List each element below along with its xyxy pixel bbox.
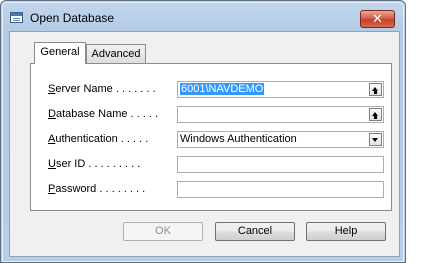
server-name-value: 6001\NAVDEMO (180, 83, 265, 95)
help-button[interactable]: Help (306, 222, 386, 241)
authentication-select[interactable]: Windows Authentication (177, 131, 384, 148)
window-title: Open Database (30, 11, 115, 25)
ok-button[interactable]: OK (123, 222, 203, 241)
server-name-label: Server Name . . . . . . . (48, 83, 156, 95)
lookup-arrow-icon[interactable] (369, 108, 382, 121)
close-button[interactable]: ✕ (360, 10, 395, 28)
desktop-background (406, 0, 422, 263)
authentication-label: Authentication . . . . . (48, 133, 149, 145)
cancel-button[interactable]: Cancel (215, 222, 295, 241)
title-bar[interactable]: Open Database ✕ (1, 1, 405, 31)
user-id-label: User ID . . . . . . . . . (48, 158, 141, 170)
lookup-arrow-icon[interactable] (369, 83, 382, 96)
database-name-field[interactable] (177, 106, 384, 123)
database-icon (10, 12, 23, 23)
server-name-field[interactable]: 6001\NAVDEMO (177, 81, 384, 98)
password-field[interactable] (177, 181, 384, 198)
tab-general[interactable]: General (34, 42, 86, 64)
database-name-label: Database Name . . . . . (48, 108, 159, 120)
general-tab-panel: Server Name . . . . . . . 6001\NAVDEMO D… (30, 63, 392, 211)
dialog-client-area: General Advanced Server Name . . . . . .… (9, 31, 400, 257)
tab-advanced[interactable]: Advanced (86, 44, 146, 64)
user-id-field[interactable] (177, 156, 384, 173)
authentication-value: Windows Authentication (180, 133, 297, 145)
open-database-dialog: Open Database ✕ General Advanced Server … (0, 0, 406, 263)
chevron-down-icon[interactable] (369, 133, 382, 146)
password-label: Password . . . . . . . . (48, 183, 146, 195)
